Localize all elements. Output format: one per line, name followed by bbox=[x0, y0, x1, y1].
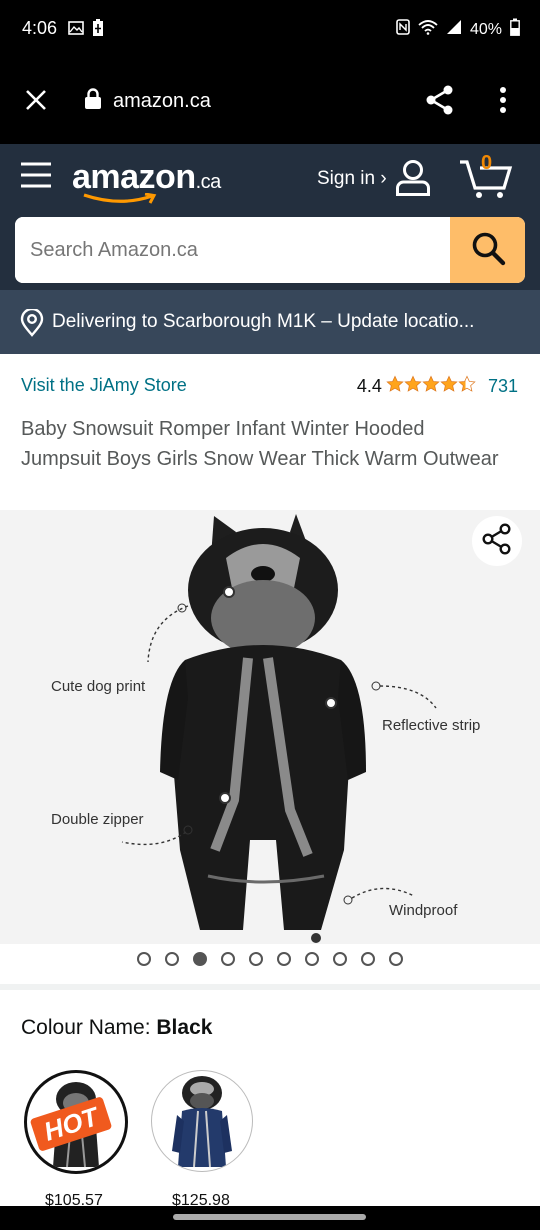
close-icon[interactable] bbox=[24, 88, 48, 117]
callout-double-zipper: Double zipper bbox=[51, 811, 144, 828]
more-icon[interactable] bbox=[499, 86, 507, 119]
nfc-icon bbox=[396, 19, 410, 40]
navy-snowsuit-thumb bbox=[172, 1076, 232, 1168]
star-icon bbox=[422, 375, 440, 392]
browser-bar: amazon.ca bbox=[0, 60, 540, 144]
product-title: Baby Snowsuit Romper Infant Winter Hoode… bbox=[21, 418, 499, 470]
section-divider bbox=[0, 984, 540, 990]
cart-count: 0 bbox=[481, 152, 493, 174]
carousel-dot[interactable] bbox=[137, 952, 151, 966]
rating-row[interactable]: 4.4 731 bbox=[357, 375, 518, 398]
rating-count[interactable]: 731 bbox=[488, 376, 518, 397]
status-time: 4:06 bbox=[22, 18, 58, 38]
logo-main: amazon bbox=[72, 158, 196, 196]
star-icon bbox=[440, 375, 458, 392]
product-image[interactable]: Cute dog print Reflective strip Double z… bbox=[0, 510, 540, 944]
carousel-dot[interactable] bbox=[277, 952, 291, 966]
carousel-dot[interactable] bbox=[165, 952, 179, 966]
callout-dog-print: Cute dog print bbox=[51, 678, 146, 695]
delivery-location-text: Delivering to Scarborough M1K – Update l… bbox=[52, 311, 475, 332]
carousel-dot[interactable] bbox=[249, 952, 263, 966]
store-link[interactable]: Visit the JiAmy Store bbox=[21, 375, 187, 396]
search-box bbox=[15, 217, 525, 283]
user-icon[interactable] bbox=[395, 159, 431, 202]
amazon-header: amazon.ca Sign in › 0 bbox=[0, 144, 540, 290]
signal-icon bbox=[446, 19, 462, 40]
colour-swatch-black[interactable]: HOT bbox=[24, 1070, 128, 1174]
carousel-dot[interactable] bbox=[361, 952, 375, 966]
menu-icon[interactable] bbox=[20, 161, 52, 194]
search-icon bbox=[470, 230, 506, 271]
smile-icon bbox=[82, 192, 160, 210]
callout-reflective-strip: Reflective strip bbox=[382, 717, 481, 734]
colour-name: Colour Name: Black bbox=[21, 1016, 212, 1040]
status-right: 40% bbox=[396, 18, 520, 41]
status-bar: 4:06 40% bbox=[0, 0, 540, 60]
share-icon[interactable] bbox=[425, 84, 455, 121]
rating-value: 4.4 bbox=[356, 376, 382, 396]
star-icon bbox=[458, 375, 476, 392]
logo-suffix: .ca bbox=[195, 171, 222, 193]
url-text[interactable]: amazon.ca bbox=[113, 90, 211, 113]
carousel-dot[interactable] bbox=[389, 952, 403, 966]
carousel-dot[interactable] bbox=[305, 952, 319, 966]
colour-selected: Black bbox=[156, 1016, 213, 1039]
carousel-dot[interactable] bbox=[193, 952, 207, 966]
home-indicator[interactable] bbox=[173, 1214, 366, 1220]
search-button[interactable] bbox=[450, 217, 525, 283]
star-icon bbox=[386, 375, 404, 392]
search-input[interactable] bbox=[15, 217, 450, 283]
image-share-button[interactable] bbox=[472, 516, 522, 566]
share-icon bbox=[482, 522, 512, 560]
colour-label: Colour Name: bbox=[21, 1016, 157, 1039]
sign-in-link[interactable]: Sign in › bbox=[317, 168, 387, 190]
carousel-dot[interactable] bbox=[221, 952, 235, 966]
callout-windproof: Windproof bbox=[389, 902, 458, 919]
battery-saver-icon bbox=[92, 19, 104, 42]
battery-percent: 40% bbox=[469, 20, 502, 38]
star-icon bbox=[404, 375, 422, 392]
rating-stars bbox=[386, 375, 476, 398]
colour-swatch-navy[interactable] bbox=[151, 1070, 253, 1172]
lock-icon bbox=[84, 88, 102, 115]
carousel-dots bbox=[0, 952, 540, 974]
delivery-bar[interactable]: Delivering to Scarborough M1K – Update l… bbox=[0, 290, 540, 354]
battery-icon bbox=[510, 18, 520, 41]
wifi-icon bbox=[418, 19, 438, 40]
carousel-dot[interactable] bbox=[333, 952, 347, 966]
gallery-icon bbox=[68, 20, 84, 41]
location-icon bbox=[20, 307, 44, 342]
